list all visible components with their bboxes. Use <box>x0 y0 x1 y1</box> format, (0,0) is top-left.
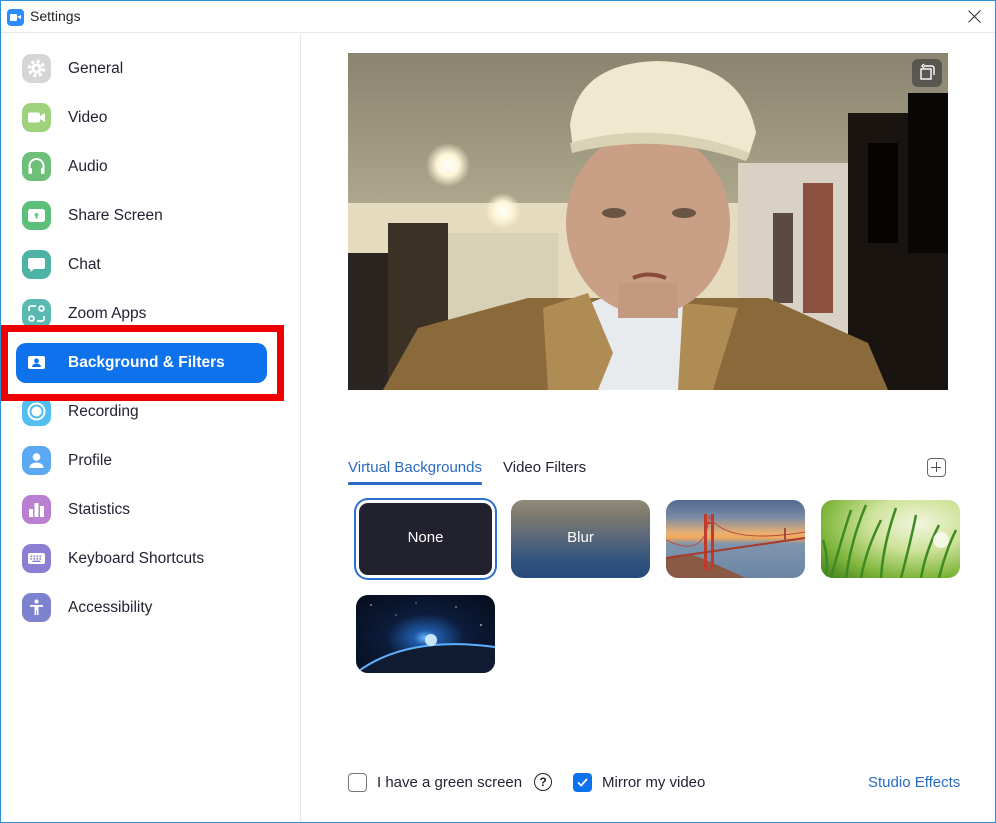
sidebar-item-general[interactable]: General <box>16 49 267 89</box>
background-filters-panel: Virtual Backgrounds Video Filters None B… <box>302 34 995 822</box>
background-portrait-icon <box>22 348 51 377</box>
tab-video-filters[interactable]: Video Filters <box>503 459 586 476</box>
background-option-label: Blur <box>567 529 594 546</box>
sidebar-item-accessibility[interactable]: Accessibility <box>16 588 267 628</box>
background-option-label: None <box>407 529 444 546</box>
sidebar-item-label: Profile <box>68 452 112 469</box>
sidebar-item-background-filters[interactable]: Background & Filters <box>16 343 267 383</box>
golden-gate-bridge-image <box>666 514 805 578</box>
sidebar-item-label: Audio <box>68 158 108 175</box>
video-camera-icon <box>22 103 51 132</box>
green-screen-label: I have a green screen <box>377 774 523 791</box>
background-option-earth-from-space[interactable] <box>356 595 495 673</box>
sidebar-item-recording[interactable]: Recording <box>16 392 267 432</box>
add-background-icon[interactable] <box>927 458 946 477</box>
background-option-none[interactable]: None <box>356 500 495 578</box>
sidebar-item-keyboard-shortcuts[interactable]: Keyboard Shortcuts <box>16 539 267 579</box>
share-screen-icon <box>22 201 51 230</box>
gear-icon <box>22 54 51 83</box>
settings-window: Settings General Video Audio Share Scree… <box>0 0 996 823</box>
accessibility-icon <box>22 593 51 622</box>
earth-from-space-image <box>356 602 495 673</box>
sidebar-item-label: General <box>68 60 124 77</box>
sidebar-item-share-screen[interactable]: Share Screen <box>16 196 267 236</box>
help-icon[interactable]: ? <box>534 773 552 791</box>
sidebar-item-label: Share Screen <box>68 207 163 224</box>
mirror-video-label: Mirror my video <box>602 774 706 791</box>
background-option-golden-gate-bridge[interactable] <box>666 500 805 578</box>
grass-image <box>821 504 958 578</box>
checkmark-icon <box>577 778 588 787</box>
sidebar-item-statistics[interactable]: Statistics <box>16 490 267 530</box>
settings-sidebar: General Video Audio Share Screen Chat Zo… <box>1 34 301 822</box>
sidebar-item-label: Recording <box>68 403 139 420</box>
camera-preview-image <box>348 53 948 390</box>
bar-chart-icon <box>22 495 51 524</box>
zoom-app-icon <box>7 9 24 26</box>
chat-bubble-icon <box>22 250 51 279</box>
window-title: Settings <box>30 8 81 24</box>
background-option-blur[interactable]: Blur <box>511 500 650 578</box>
studio-effects-link[interactable]: Studio Effects <box>868 774 960 791</box>
apps-icon <box>22 299 51 328</box>
sidebar-item-audio[interactable]: Audio <box>16 147 267 187</box>
sidebar-item-profile[interactable]: Profile <box>16 441 267 481</box>
video-preview <box>348 53 948 390</box>
green-screen-checkbox[interactable] <box>348 773 367 792</box>
background-option-grass[interactable] <box>821 500 960 578</box>
sidebar-item-label: Video <box>68 109 108 126</box>
close-button[interactable] <box>965 7 985 27</box>
keyboard-icon <box>22 544 51 573</box>
person-icon <box>22 446 51 475</box>
sidebar-item-label: Chat <box>68 256 101 273</box>
rotate-camera-button[interactable] <box>912 59 942 87</box>
headphones-icon <box>22 152 51 181</box>
sidebar-item-label: Zoom Apps <box>68 305 147 322</box>
title-bar: Settings <box>1 1 995 33</box>
sidebar-item-video[interactable]: Video <box>16 98 267 138</box>
rotate-camera-icon <box>920 63 935 80</box>
sidebar-item-chat[interactable]: Chat <box>16 245 267 285</box>
record-icon <box>22 397 51 426</box>
mirror-video-checkbox[interactable] <box>573 773 592 792</box>
sidebar-item-label: Statistics <box>68 501 131 518</box>
sidebar-item-zoom-apps[interactable]: Zoom Apps <box>16 294 267 334</box>
sidebar-item-label: Accessibility <box>68 599 153 616</box>
sidebar-item-label: Keyboard Shortcuts <box>68 550 205 567</box>
tab-virtual-backgrounds[interactable]: Virtual Backgrounds <box>348 459 482 485</box>
sidebar-item-label: Background & Filters <box>68 354 225 371</box>
